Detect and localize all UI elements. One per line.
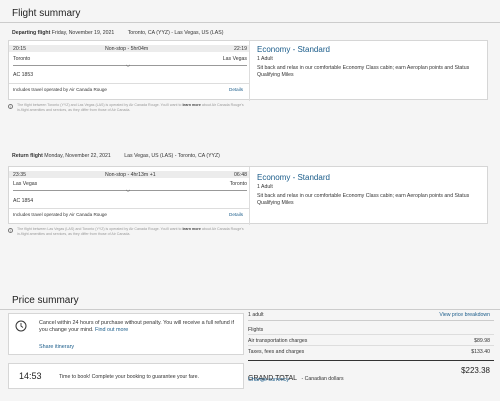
departing-rouge-note: i The flight between Toronto (YYZ) and L…	[8, 103, 248, 113]
return-label: Return flight	[12, 153, 43, 159]
return-fare-desc: Sit back and relax in our comfortable Ec…	[257, 193, 470, 206]
departing-depart-time: 20:15	[13, 46, 26, 52]
departing-vertical-divider	[249, 41, 250, 101]
view-breakdown-link[interactable]: View price breakdown	[439, 312, 490, 318]
air-transport-divider	[248, 345, 494, 346]
departing-origin: Toronto	[13, 56, 31, 62]
grand-total-divider	[248, 360, 494, 362]
departing-fare-desc: Sit back and relax in our comfortable Ec…	[257, 65, 470, 78]
adult-count: 1 adult	[248, 312, 264, 318]
return-flight-card: 23:35 Non-stop - 4hr13m +1 06:48 Las Veg…	[8, 166, 488, 225]
timer-text: Time to book! Complete your booking to g…	[59, 374, 199, 380]
change-currency-link[interactable]: Change currency	[248, 377, 289, 383]
return-details-link[interactable]: Details	[229, 212, 243, 218]
departing-fare-title[interactable]: Economy - Standard	[257, 45, 330, 54]
find-out-more-link[interactable]: Find out more	[95, 327, 128, 333]
clock-icon	[15, 320, 27, 332]
return-operated: Includes travel operated by Air Canada R…	[13, 212, 107, 217]
return-date: Monday, November 22, 2021	[44, 153, 111, 159]
return-adults: 1 Adult	[257, 184, 273, 190]
return-rouge-note: i The flight between Las Vegas (LAS) and…	[8, 227, 248, 237]
price-summary-divider	[0, 309, 500, 310]
departing-label: Departing flight	[12, 30, 51, 36]
return-depart-time: 23:35	[13, 172, 26, 178]
flight-summary-title: Flight summary	[12, 8, 81, 19]
departing-route: Toronto, CA (YYZ) - Las Vegas, US (LAS)	[127, 30, 224, 36]
departing-flight-card: 20:15 Non-stop - 5hr04m 22:19 Toronto La…	[8, 40, 488, 101]
air-transport-value: $89.98	[474, 338, 490, 344]
departing-learn-more-link[interactable]: learn more	[182, 103, 200, 107]
cancel-policy-card: Cancel within 24 hours of purchase witho…	[8, 313, 244, 355]
return-inner-divider	[9, 208, 249, 209]
departing-note-text: The flight between Toronto (YYZ) and Las…	[17, 103, 182, 107]
departing-adults: 1 Adult	[257, 56, 273, 62]
departing-operated: Includes travel operated by Air Canada R…	[13, 87, 107, 92]
taxes-label: Taxes, fees and charges	[248, 349, 305, 355]
return-destination: Toronto	[229, 181, 247, 187]
departing-flight-no: AC 1853	[13, 72, 34, 78]
return-learn-more-link[interactable]: learn more	[182, 227, 200, 231]
info-icon: i	[8, 104, 13, 109]
flights-label: Flights	[248, 327, 264, 333]
timer-value: 14:53	[19, 371, 42, 381]
adult-row-divider	[248, 320, 494, 321]
return-stops: Non-stop - 4hr13m +1	[105, 172, 156, 178]
share-itinerary-link[interactable]: Share itinerary	[39, 344, 74, 350]
return-origin: Las Vegas	[13, 181, 38, 187]
departing-details-link[interactable]: Details	[229, 87, 243, 93]
departing-stops: Non-stop - 5hr04m	[105, 46, 149, 52]
taxes-value: $133.40	[471, 349, 490, 355]
grand-total-value: $223.38	[461, 366, 490, 375]
return-note-text: The flight between Las Vegas (LAS) and T…	[17, 227, 182, 231]
price-breakdown-panel: 1 adult View price breakdown Flights Air…	[248, 312, 494, 394]
return-route: Las Vegas, US (LAS) - Toronto, CA (YYZ)	[124, 153, 220, 159]
return-fare-title[interactable]: Economy - Standard	[257, 173, 330, 182]
departing-inner-divider	[9, 83, 249, 84]
return-vertical-divider	[249, 167, 250, 225]
return-header: Return flight Monday, November 22, 2021 …	[12, 153, 220, 159]
info-icon: i	[8, 228, 13, 233]
wifi-icon: ◡	[126, 62, 131, 68]
cancel-policy-text: Cancel within 24 hours of purchase witho…	[39, 320, 241, 334]
departing-destination: Las Vegas	[222, 56, 247, 62]
departing-arrive-time: 22:19	[234, 46, 247, 52]
return-arrive-time: 06:48	[234, 172, 247, 178]
grand-total-currency: - Canadian dollars	[301, 376, 344, 382]
flights-divider	[248, 334, 494, 335]
booking-timer-card: 14:53 Time to book! Complete your bookin…	[8, 363, 244, 389]
departing-header: Departing flight Friday, November 19, 20…	[12, 30, 223, 36]
flight-summary-divider	[0, 22, 500, 23]
air-transport-label: Air transportation charges	[248, 338, 308, 344]
cancel-bold: Cancel within 24 hours	[39, 320, 94, 326]
price-summary-title: Price summary	[12, 295, 79, 306]
return-flight-no: AC 1854	[13, 198, 34, 204]
wifi-icon: ◡	[126, 187, 131, 193]
departing-date: Friday, November 19, 2021	[51, 30, 115, 36]
